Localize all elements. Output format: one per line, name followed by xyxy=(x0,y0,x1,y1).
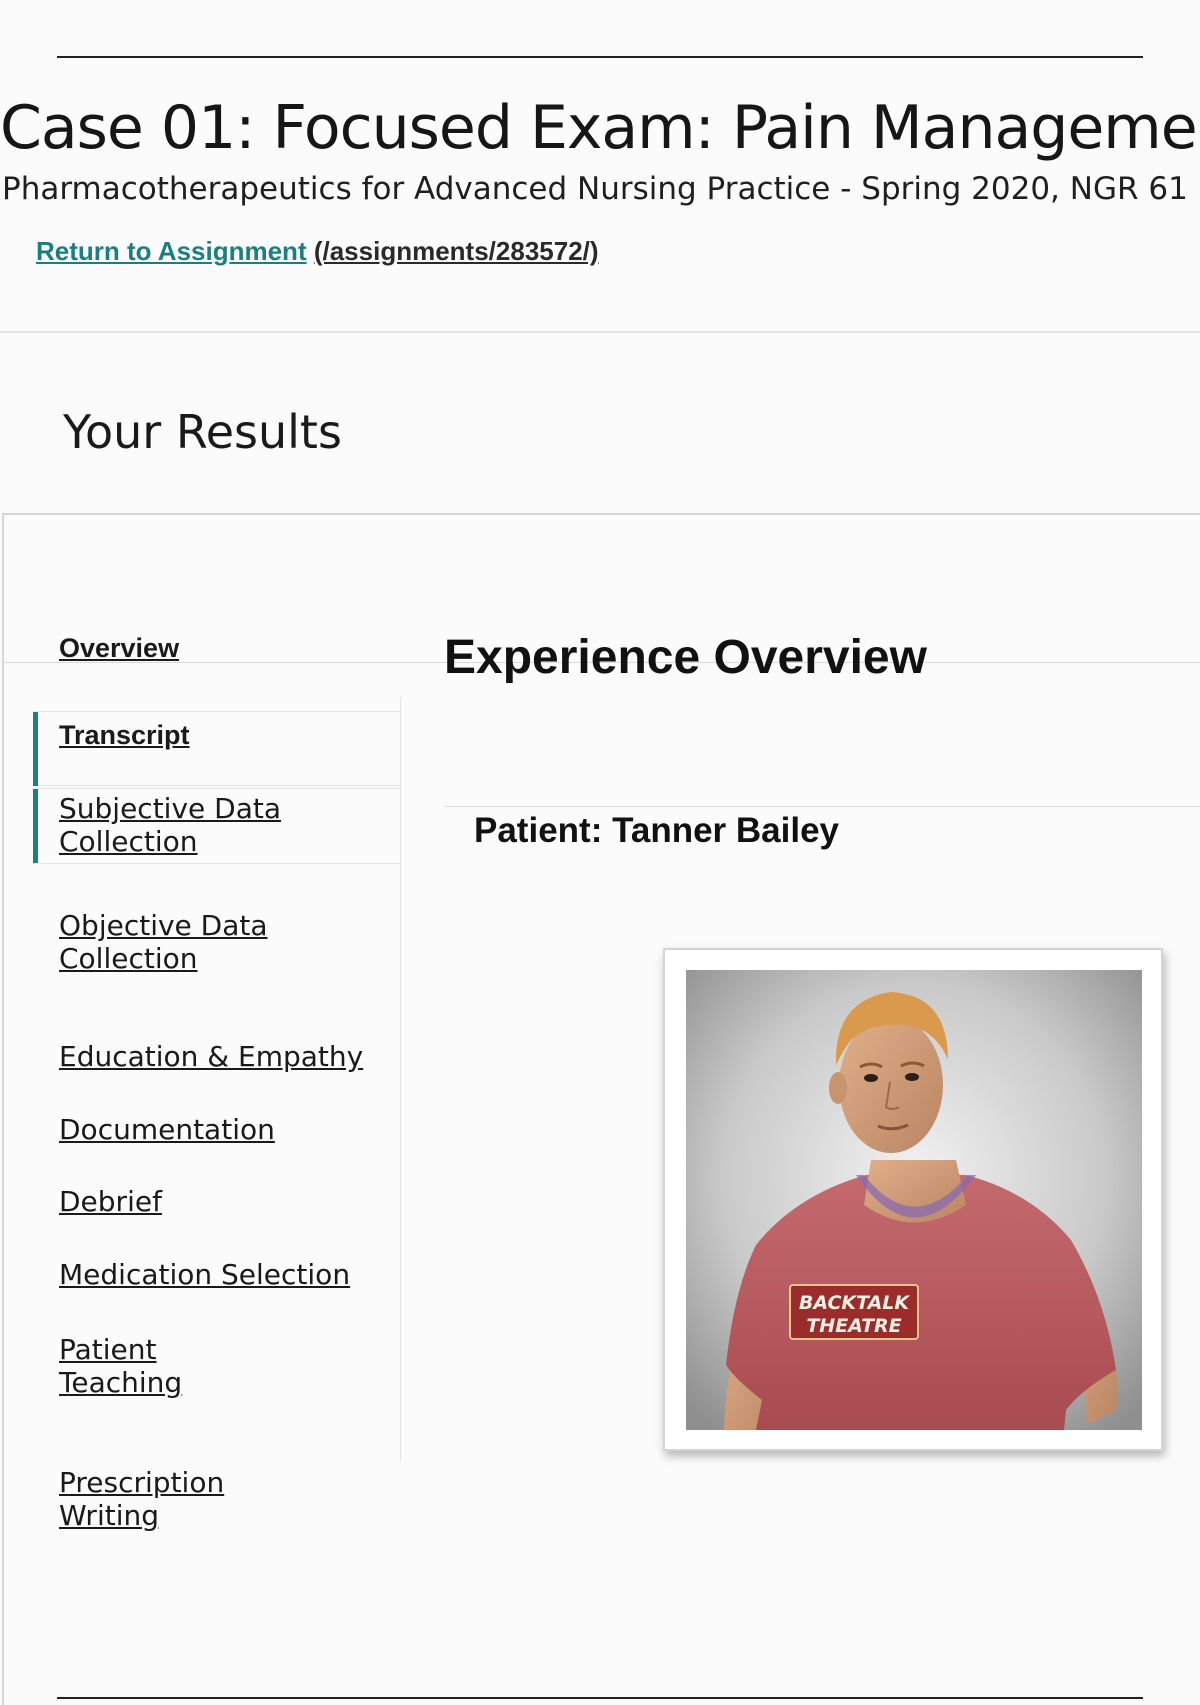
results-heading: Your Results xyxy=(63,405,342,459)
sidebar-item-education-empathy[interactable]: Education & Empathy xyxy=(59,1040,363,1073)
sidebar-item-transcript[interactable]: Transcript xyxy=(59,719,190,752)
sidebar-item-prescription-writing[interactable]: Prescription Writing xyxy=(59,1466,224,1532)
top-rule xyxy=(57,56,1143,58)
sidebar-item-label: Collection xyxy=(59,942,198,975)
shirt-logo-text-1: BACKTALK xyxy=(799,1292,911,1314)
sidebar-item-objective-data-collection[interactable]: Objective Data Collection xyxy=(59,909,268,975)
sidebar-item-label: Writing xyxy=(59,1499,159,1532)
nav-active-indicator xyxy=(33,789,38,863)
course-subtitle: Pharmacotherapeutics for Advanced Nursin… xyxy=(2,171,1188,207)
sidebar-item-overview[interactable]: Overview xyxy=(59,632,179,665)
sidebar-item-label: Patient xyxy=(59,1333,157,1366)
patient-name: Patient: Tanner Bailey xyxy=(474,811,840,850)
page-title: Case 01: Focused Exam: Pain Managemer xyxy=(0,93,1200,163)
nav-active-indicator xyxy=(33,712,38,786)
sidebar-item-label: Collection xyxy=(59,825,198,858)
sidebar-item-label: Objective Data xyxy=(59,909,268,942)
section-divider xyxy=(0,331,1200,333)
bottom-rule xyxy=(57,1697,1143,1699)
sidebar-item-subjective-data-collection[interactable]: Subjective Data Collection xyxy=(59,792,281,858)
sidebar-item-medication-selection[interactable]: Medication Selection xyxy=(59,1258,350,1291)
sidebar-item-documentation[interactable]: Documentation xyxy=(59,1113,275,1146)
return-line: Return to Assignment (/assignments/28357… xyxy=(36,233,599,269)
sidebar-item-label: Prescription xyxy=(59,1466,225,1499)
sidebar-item-label: Subjective Data xyxy=(59,792,282,825)
shirt-logo-text-2: THEATRE xyxy=(806,1315,901,1337)
return-url[interactable]: (/assignments/283572/) xyxy=(314,236,599,266)
patient-photo: BACKTALK THEATRE xyxy=(663,948,1163,1451)
content-rule xyxy=(444,806,1200,807)
sidebar-item-label: Teaching xyxy=(59,1366,183,1399)
sidebar-item-patient-teaching[interactable]: Patient Teaching xyxy=(59,1333,182,1399)
patient-avatar-illustration: BACKTALK THEATRE xyxy=(686,970,1142,1430)
sidebar-item-debrief[interactable]: Debrief xyxy=(59,1185,162,1218)
experience-overview-title: Experience Overview xyxy=(444,631,927,684)
return-to-assignment-link[interactable]: Return to Assignment xyxy=(36,236,307,266)
